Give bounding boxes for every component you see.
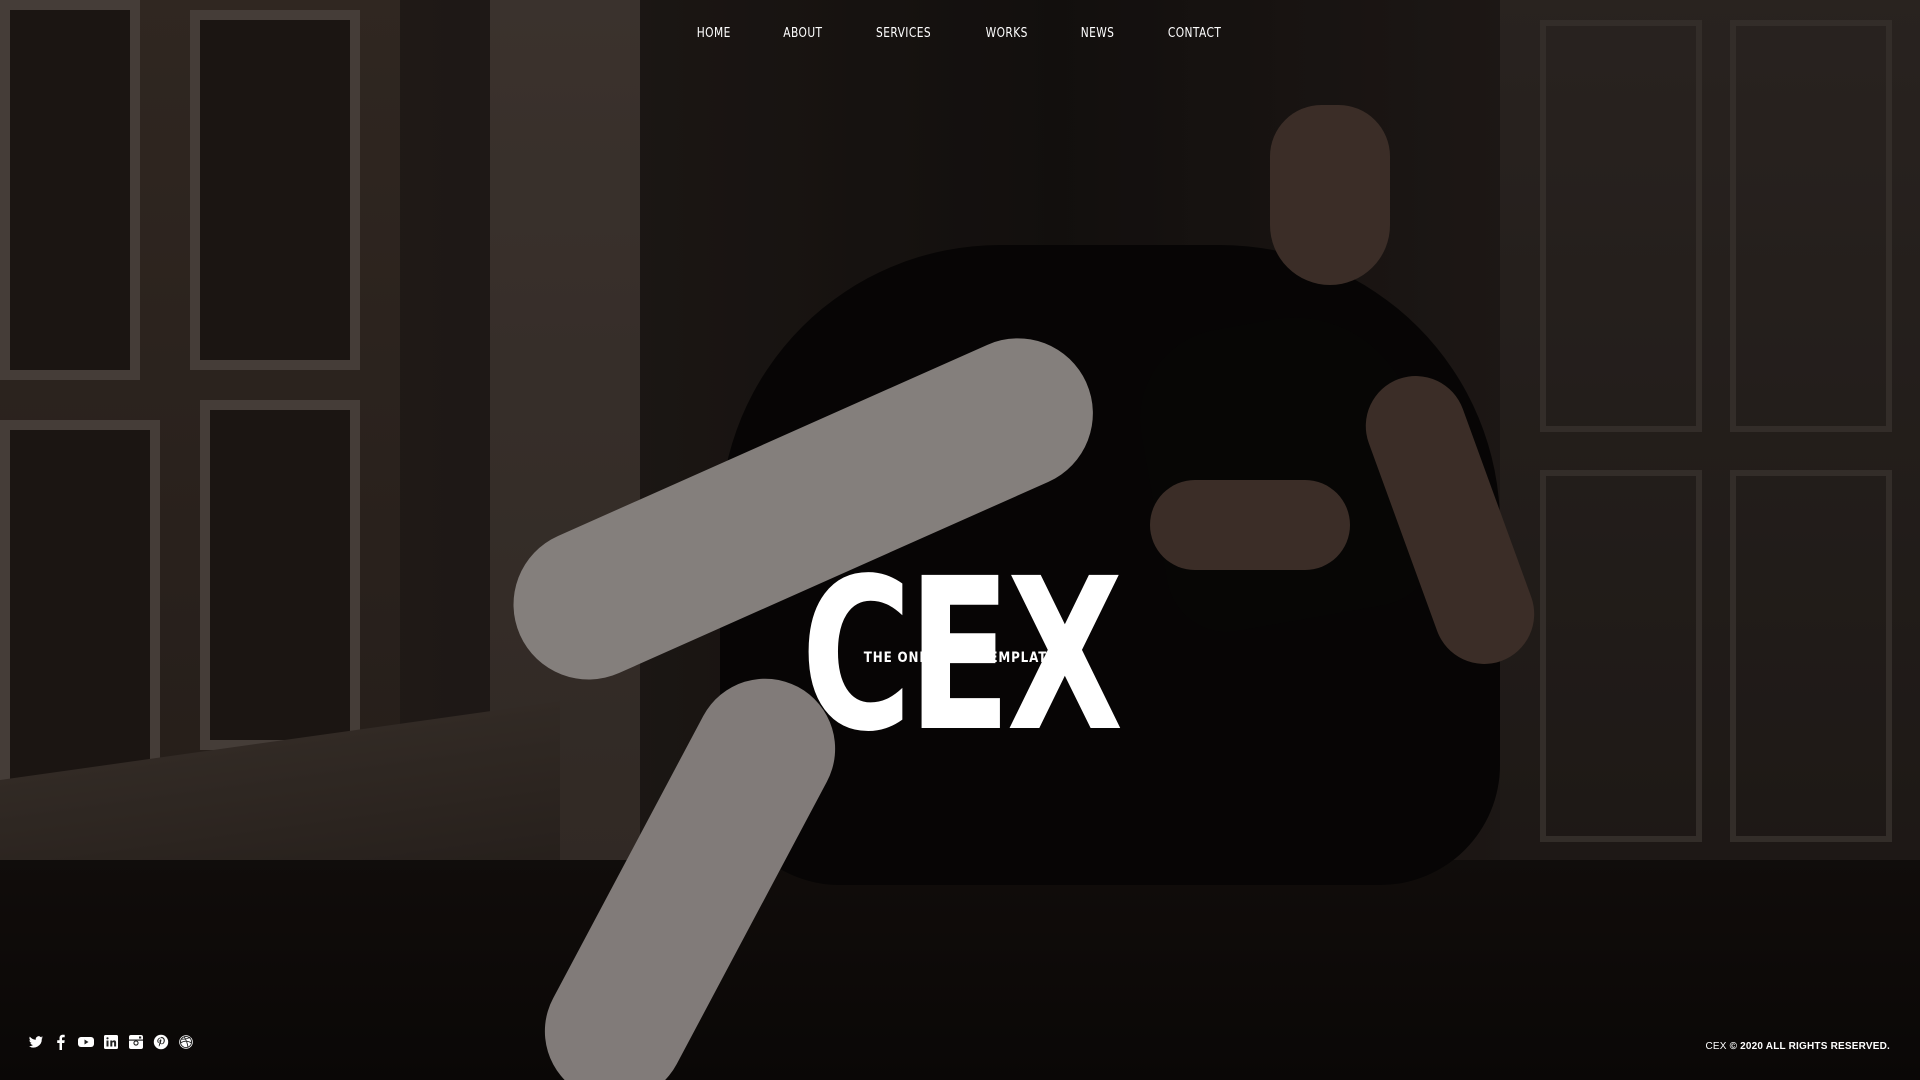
twitter-icon[interactable] (28, 1034, 44, 1050)
linkedin-icon[interactable] (103, 1034, 119, 1050)
pinterest-icon[interactable] (153, 1034, 169, 1050)
nav-item-works[interactable]: WORKS (968, 24, 1046, 44)
nav-item-news[interactable]: NEWS (1062, 24, 1132, 44)
nav-item-services[interactable]: SERVICES (858, 24, 949, 44)
instagram-icon[interactable] (128, 1034, 144, 1050)
nav-item-contact[interactable]: CONTACT (1150, 24, 1240, 44)
dribbble-icon[interactable] (178, 1034, 194, 1050)
hero-section: HOME ABOUT SERVICES WORKS NEWS CONTACT C… (0, 0, 1920, 1080)
hero-subtitle: THE ONE100TH TEMPLATE (863, 650, 1057, 666)
facebook-icon[interactable] (53, 1034, 69, 1050)
social-links (28, 1034, 194, 1050)
youtube-icon[interactable] (78, 1034, 94, 1050)
nav-item-about[interactable]: ABOUT (765, 24, 840, 44)
nav-item-home[interactable]: HOME (679, 24, 749, 44)
footer-brand: CEX (1705, 1041, 1727, 1052)
nav-list: HOME ABOUT SERVICES WORKS NEWS CONTACT (0, 24, 1920, 44)
footer-copyright: © 2020 ALL RIGHTS RESERVED. (1729, 1041, 1890, 1052)
copyright-text: CEX © 2020 ALL RIGHTS RESERVED. (1705, 1041, 1890, 1052)
